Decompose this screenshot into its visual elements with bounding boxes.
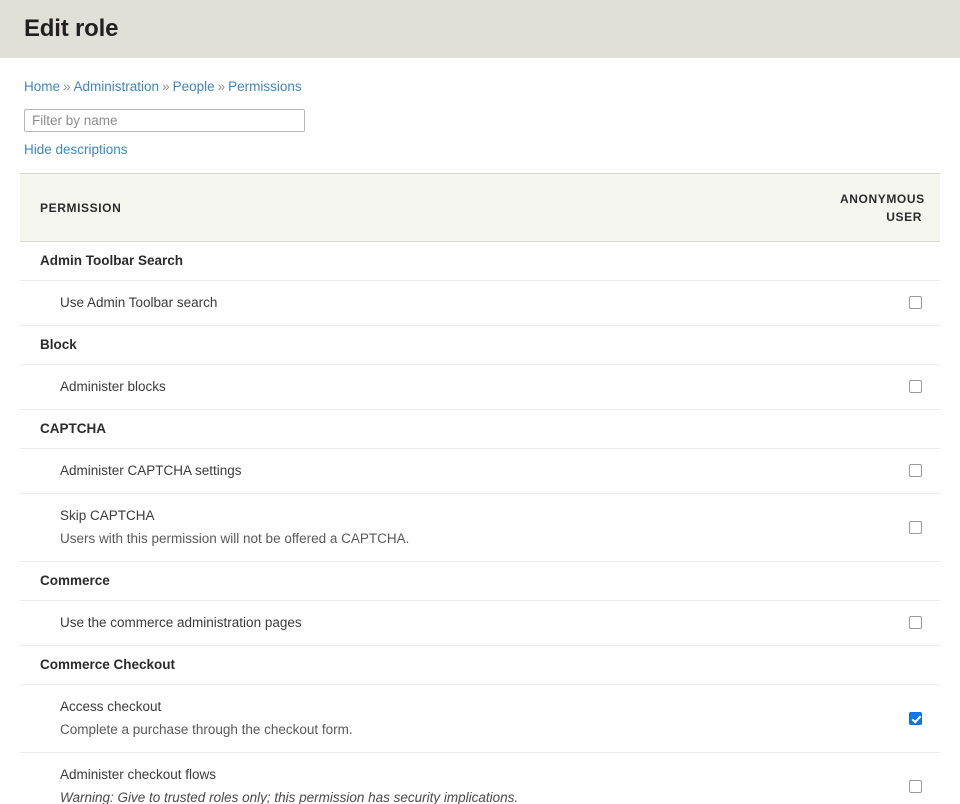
permission-description: Users with this permission will not be o… xyxy=(60,531,410,546)
permission-checkbox-cell xyxy=(820,752,940,804)
page-body: Home»Administration»People»Permissions H… xyxy=(0,58,960,804)
permission-row: Access checkout Complete a purchase throu… xyxy=(20,684,940,753)
permission-title: Administer checkout flows xyxy=(60,767,217,782)
permission-section-label: Commerce Checkout xyxy=(20,645,820,685)
permission-row: Skip CAPTCHA Users with this permission w… xyxy=(20,493,940,562)
permission-title: Use the commerce administration pages xyxy=(60,615,302,630)
table-header-row: PERMISSION ANONYMOUS USER xyxy=(20,173,940,242)
filter-by-name-input[interactable] xyxy=(24,109,305,132)
permission-row: Administer checkout flows Warning: Give t… xyxy=(20,752,940,804)
permission-warning-text: Warning: Give to trusted roles only; thi… xyxy=(60,790,519,804)
permission-cell: Skip CAPTCHA Users with this permission w… xyxy=(20,493,820,562)
permission-section-spacer xyxy=(820,561,940,601)
permissions-table-head: PERMISSION ANONYMOUS USER xyxy=(20,173,940,242)
permission-checkbox[interactable] xyxy=(909,520,922,534)
permission-section-label: Block xyxy=(20,325,820,365)
permission-title: Administer blocks xyxy=(60,379,166,394)
permission-section-spacer xyxy=(820,241,940,281)
breadcrumb-separator: » xyxy=(217,79,226,94)
permission-section-spacer xyxy=(820,409,940,449)
toggle-descriptions-container: Hide descriptions xyxy=(20,132,940,159)
permission-checkbox[interactable] xyxy=(909,616,922,630)
permission-section-row: Block xyxy=(20,325,940,365)
filter-container xyxy=(20,96,940,132)
permission-title: Use Admin Toolbar search xyxy=(60,295,218,310)
permission-checkbox[interactable] xyxy=(909,779,922,793)
column-header-permission: PERMISSION xyxy=(20,173,820,242)
hide-descriptions-link[interactable]: Hide descriptions xyxy=(24,142,128,157)
permission-checkbox[interactable] xyxy=(909,711,922,725)
permission-cell: Administer blocks xyxy=(20,364,820,410)
breadcrumb-separator: » xyxy=(162,79,170,94)
breadcrumb-link-people[interactable]: People xyxy=(173,79,215,94)
permission-cell: Use the commerce administration pages xyxy=(20,600,820,646)
permission-checkbox-cell xyxy=(820,493,940,562)
permission-title: Skip CAPTCHA xyxy=(60,508,155,523)
permission-cell: Administer CAPTCHA settings xyxy=(20,448,820,494)
permission-checkbox-cell xyxy=(820,364,940,410)
breadcrumb: Home» Administration» People» Permissions xyxy=(20,58,940,96)
permissions-table-body: Admin Toolbar Search Use Admin Toolbar se… xyxy=(20,241,940,804)
permission-row: Use Admin Toolbar search xyxy=(20,280,940,326)
permission-section-row: Commerce xyxy=(20,561,940,601)
permission-checkbox-cell xyxy=(820,280,940,326)
permission-section-label: Admin Toolbar Search xyxy=(20,241,820,281)
permission-title: Administer CAPTCHA settings xyxy=(60,463,242,478)
permission-checkbox[interactable] xyxy=(909,380,922,394)
permission-checkbox[interactable] xyxy=(909,296,922,310)
permission-section-row: Commerce Checkout xyxy=(20,645,940,685)
breadcrumb-link-home[interactable]: Home xyxy=(24,79,60,94)
permission-row: Administer CAPTCHA settings xyxy=(20,448,940,494)
permission-checkbox-cell xyxy=(820,600,940,646)
permission-cell: Administer checkout flows Warning: Give t… xyxy=(20,752,820,804)
breadcrumb-separator: » xyxy=(63,79,71,94)
permission-section-spacer xyxy=(820,645,940,685)
permission-title: Access checkout xyxy=(60,699,162,714)
permission-description: Complete a purchase through the checkout… xyxy=(60,722,353,737)
permission-row: Use the commerce administration pages xyxy=(20,600,940,646)
permission-section-label: CAPTCHA xyxy=(20,409,820,449)
permission-checkbox-cell xyxy=(820,684,940,753)
permissions-table: PERMISSION ANONYMOUS USER Admin Toolbar … xyxy=(20,173,940,804)
permission-checkbox[interactable] xyxy=(909,464,922,478)
permission-section-spacer xyxy=(820,325,940,365)
permission-checkbox-cell xyxy=(820,448,940,494)
permission-section-row: Admin Toolbar Search xyxy=(20,241,940,281)
page-header-band: Edit role xyxy=(0,0,960,58)
breadcrumb-link-administration[interactable]: Administration xyxy=(74,79,160,94)
permission-cell: Use Admin Toolbar search xyxy=(20,280,820,326)
column-header-anonymous-user: ANONYMOUS USER xyxy=(820,173,940,242)
permission-section-row: CAPTCHA xyxy=(20,409,940,449)
permission-section-label: Commerce xyxy=(20,561,820,601)
permission-cell: Access checkout Complete a purchase throu… xyxy=(20,684,820,753)
permission-row: Administer blocks xyxy=(20,364,940,410)
page-title: Edit role xyxy=(24,15,119,42)
breadcrumb-link-permissions[interactable]: Permissions xyxy=(228,79,302,94)
